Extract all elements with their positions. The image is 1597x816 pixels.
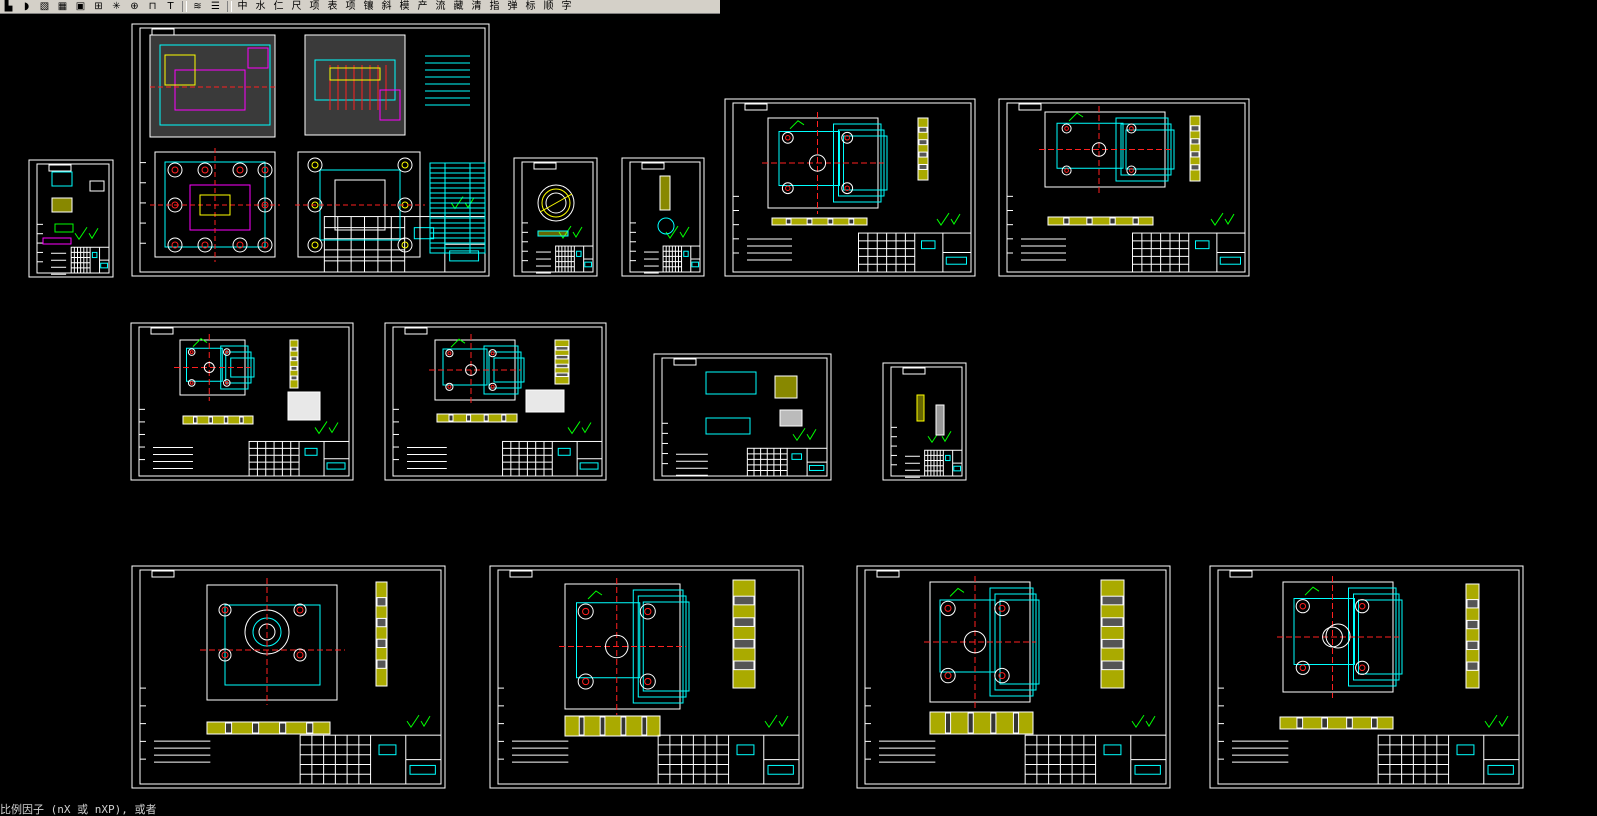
drawing-sheet xyxy=(28,159,114,278)
toolbar-button[interactable]: 指 xyxy=(486,1,503,13)
hatch-icon[interactable]: ▧ xyxy=(36,1,53,13)
toolbar-button[interactable]: 藏 xyxy=(450,1,467,13)
layers-icon[interactable]: ≋ xyxy=(189,1,206,13)
drawing-sheet xyxy=(724,98,976,277)
toolbar-button[interactable]: 顺 xyxy=(540,1,557,13)
toolbar-button[interactable]: 仁 xyxy=(270,1,287,13)
arc-icon[interactable]: ◗ xyxy=(18,1,35,13)
layer-stack-icon[interactable]: ☰ xyxy=(207,1,224,13)
text-icon[interactable]: T xyxy=(162,1,179,13)
pline-icon[interactable]: ▙ xyxy=(0,1,17,13)
drawing-sheet xyxy=(653,353,832,481)
toolbar-button[interactable]: 产 xyxy=(414,1,431,13)
insert-icon[interactable]: ⊞ xyxy=(90,1,107,13)
drawing-sheet xyxy=(513,157,598,277)
drawing-canvas[interactable] xyxy=(0,14,1597,803)
toolbar-button[interactable]: 流 xyxy=(432,1,449,13)
toolbar-separator xyxy=(227,1,232,12)
toolbar-separator xyxy=(182,1,187,12)
toolbar-button[interactable]: 表 xyxy=(324,1,341,13)
toolbar-button[interactable]: 项 xyxy=(342,1,359,13)
drawing-sheet xyxy=(384,322,607,481)
command-line[interactable]: 比例因子 (nX 或 nXP), 或者 xyxy=(0,803,1597,816)
drawing-sheet xyxy=(1209,565,1524,789)
toolbar-button[interactable]: 中 xyxy=(234,1,251,13)
drawing-sheet xyxy=(130,322,354,481)
toolbar-button[interactable]: 水 xyxy=(252,1,269,13)
dimension-icon[interactable]: ⊓ xyxy=(144,1,161,13)
drawing-sheet xyxy=(856,565,1171,789)
toolbar-button[interactable]: 模 xyxy=(396,1,413,13)
drawing-sheet xyxy=(621,157,705,277)
drawing-sheet xyxy=(882,362,967,481)
drawing-sheet xyxy=(131,565,446,789)
toolbar-button[interactable]: 项 xyxy=(306,1,323,13)
drawing-sheet xyxy=(998,98,1250,277)
table-icon[interactable]: ▦ xyxy=(54,1,71,13)
toolbar-button[interactable]: 清 xyxy=(468,1,485,13)
circle-target-icon[interactable]: ⊕ xyxy=(126,1,143,13)
block-icon[interactable]: ▣ xyxy=(72,1,89,13)
toolbar-button[interactable]: 斜 xyxy=(378,1,395,13)
toolbar-button[interactable]: 尺 xyxy=(288,1,305,13)
toolbar: ▙ ◗ ▧ ▦ ▣ ⊞ ✳ ⊕ ⊓ T ≋ ☰ 中水仁尺项表项镶斜模产流藏清指弹标顺字 xyxy=(0,0,720,14)
drawing-sheet xyxy=(131,23,490,277)
toolbar-button[interactable]: 镶 xyxy=(360,1,377,13)
toolbar-button[interactable]: 弹 xyxy=(504,1,521,13)
drawing-sheet xyxy=(489,565,804,789)
explode-icon[interactable]: ✳ xyxy=(108,1,125,13)
toolbar-button[interactable]: 字 xyxy=(558,1,575,13)
toolbar-button[interactable]: 标 xyxy=(522,1,539,13)
